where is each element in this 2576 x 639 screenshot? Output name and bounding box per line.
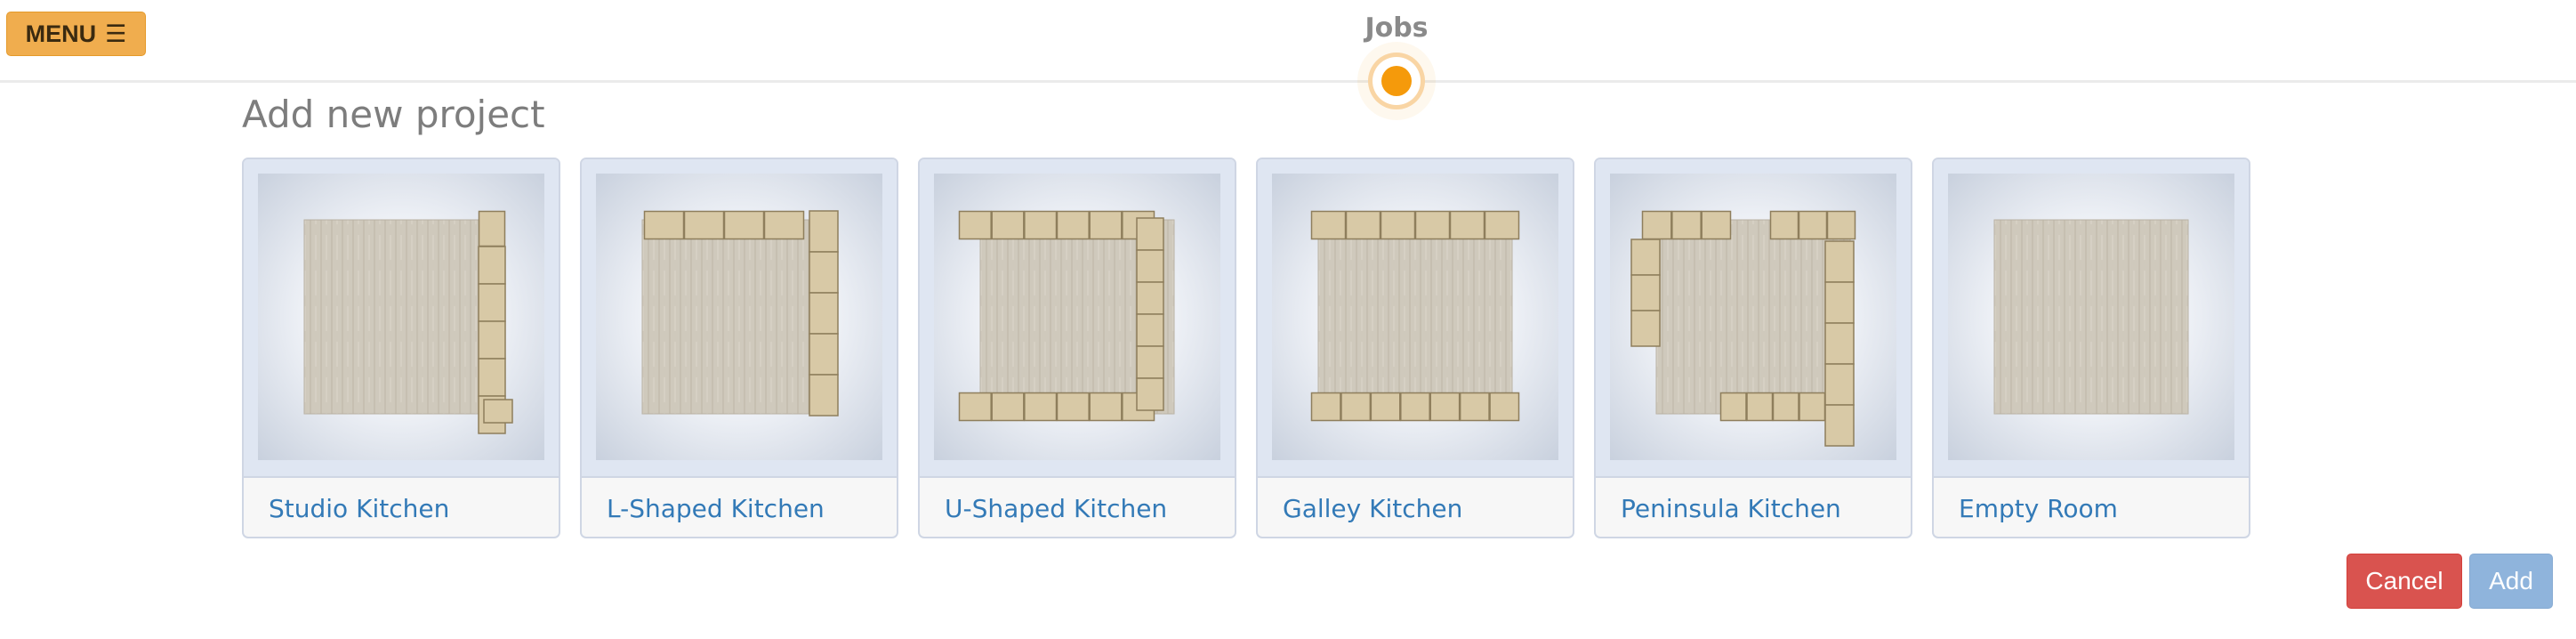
cabinet <box>1449 210 1485 240</box>
cabinet <box>1310 392 1341 422</box>
room-plan-image <box>1934 159 2249 476</box>
room-plan-image <box>1596 159 1911 476</box>
template-label: U-Shaped Kitchen <box>920 476 1235 537</box>
menu-button[interactable]: MENU ☰ <box>6 12 146 56</box>
cabinet <box>1769 210 1799 240</box>
cabinet <box>683 210 725 240</box>
cabinet <box>1056 392 1090 422</box>
room-floor <box>303 219 499 415</box>
cabinet <box>1799 392 1826 422</box>
section-heading: Add new project <box>242 93 545 136</box>
room-plan-image <box>582 159 897 476</box>
loading-indicator-icon <box>1357 42 1436 120</box>
template-card-studio[interactable]: Studio Kitchen <box>242 158 560 538</box>
template-label: L-Shaped Kitchen <box>582 476 897 537</box>
template-card-galley[interactable]: Galley Kitchen <box>1256 158 1574 538</box>
template-card-u-shaped[interactable]: U-Shaped Kitchen <box>918 158 1236 538</box>
cabinet <box>1089 210 1123 240</box>
room-floor <box>1317 219 1513 415</box>
cabinet <box>1641 210 1672 240</box>
template-thumbnail <box>1258 159 1573 476</box>
template-card-l-shaped[interactable]: L-Shaped Kitchen <box>580 158 898 538</box>
cabinet <box>1671 210 1702 240</box>
cabinet <box>1414 210 1451 240</box>
cabinet <box>1489 392 1520 422</box>
template-thumbnail <box>582 159 897 476</box>
cabinet <box>1719 392 1747 422</box>
template-thumbnail <box>1934 159 2249 476</box>
cabinet <box>478 210 506 247</box>
cabinet <box>1798 210 1828 240</box>
template-label: Galley Kitchen <box>1258 476 1573 537</box>
template-thumbnail <box>244 159 559 476</box>
cabinet <box>1345 210 1381 240</box>
template-label: Peninsula Kitchen <box>1596 476 1911 537</box>
cabinet <box>958 392 992 422</box>
menu-label: MENU <box>25 20 97 47</box>
room-plan-image <box>1258 159 1573 476</box>
cabinet <box>1340 392 1372 422</box>
template-thumbnail <box>1596 159 1911 476</box>
cabinet <box>643 210 685 240</box>
template-label: Studio Kitchen <box>244 476 559 537</box>
template-card-empty[interactable]: Empty Room <box>1932 158 2250 538</box>
cabinet <box>1024 210 1058 240</box>
room-floor <box>1655 219 1851 415</box>
template-card-peninsula[interactable]: Peninsula Kitchen <box>1594 158 1912 538</box>
cabinet <box>1459 392 1490 422</box>
cabinet <box>1370 392 1401 422</box>
add-button[interactable]: Add <box>2469 554 2553 609</box>
cabinet <box>1400 392 1430 422</box>
cabinet <box>1772 392 1799 422</box>
header-divider <box>0 80 2576 83</box>
room-floor <box>641 219 837 415</box>
cabinet <box>958 210 992 240</box>
cabinet <box>991 392 1025 422</box>
cabinet <box>723 210 765 240</box>
cabinet <box>1089 392 1123 422</box>
cabinet <box>1310 210 1347 240</box>
cabinet <box>1701 210 1732 240</box>
cabinet <box>1746 392 1774 422</box>
room-floor <box>1993 219 2189 415</box>
template-thumbnail <box>920 159 1235 476</box>
template-label: Empty Room <box>1934 476 2249 537</box>
cabinet <box>1024 392 1058 422</box>
cabinet <box>1826 210 1856 240</box>
cabinet <box>991 210 1025 240</box>
cabinet <box>1380 210 1416 240</box>
hamburger-icon: ☰ <box>105 20 127 47</box>
room-plan-image <box>244 159 559 476</box>
cancel-button[interactable]: Cancel <box>2347 554 2462 609</box>
room-plan-image <box>920 159 1235 476</box>
cabinet <box>763 210 805 240</box>
cabinet <box>1484 210 1520 240</box>
cabinet <box>1429 392 1461 422</box>
cabinet <box>1056 210 1090 240</box>
page-title: Jobs <box>1364 12 1429 44</box>
